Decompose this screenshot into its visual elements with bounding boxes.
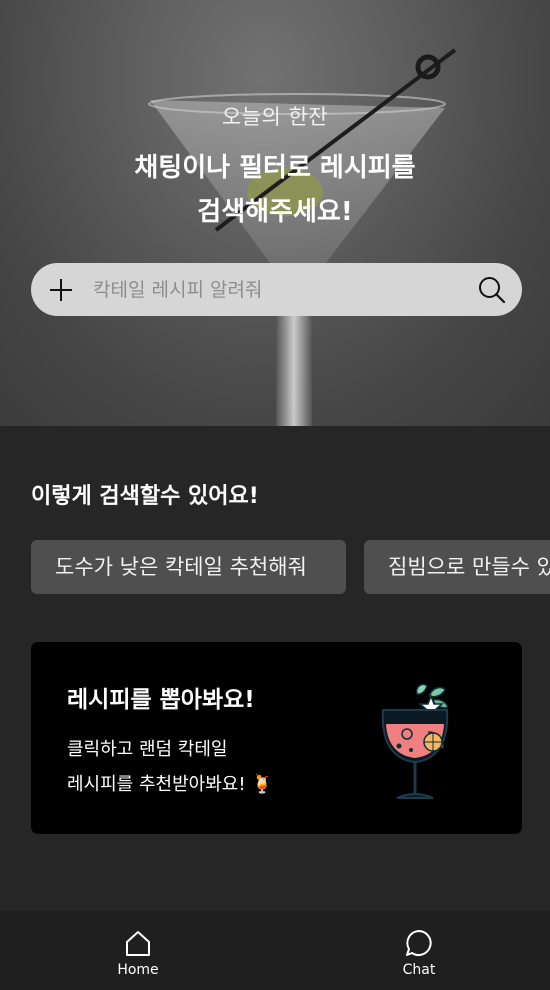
bottom-nav: Home Chat bbox=[0, 911, 550, 990]
search-icon[interactable] bbox=[477, 275, 507, 305]
random-recipe-card[interactable]: 레시피를 뽑아봐요! 클릭하고 랜덤 칵테일 레시피를 추천받아봐요! 🍹 bbox=[31, 642, 522, 834]
example-chips: 도수가 낮은 칵테일 추천해줘 짐빔으로 만들수 있는 bbox=[31, 540, 550, 594]
hero-title-line1: 채팅이나 필터로 레시피를 bbox=[134, 153, 416, 183]
home-icon bbox=[126, 931, 150, 956]
search-bar bbox=[31, 263, 522, 316]
hero-title: 채팅이나 필터로 레시피를 검색해주세요! bbox=[0, 146, 550, 234]
hero-title-line2: 검색해주세요! bbox=[197, 197, 353, 227]
chat-icon bbox=[406, 930, 432, 956]
nav-home-label: Home bbox=[117, 962, 159, 978]
example-chip[interactable]: 도수가 낮은 칵테일 추천해줘 bbox=[31, 540, 346, 594]
nav-home[interactable]: Home bbox=[78, 911, 198, 990]
cocktail-illustration-icon bbox=[381, 683, 449, 799]
search-input[interactable] bbox=[91, 273, 465, 307]
examples-title: 이렇게 검색할수 있어요! bbox=[31, 484, 259, 509]
nav-chat[interactable]: Chat bbox=[359, 911, 479, 990]
hero-subtitle: 오늘의 한잔 bbox=[221, 105, 329, 129]
plus-icon[interactable] bbox=[48, 277, 74, 303]
random-card-line2: 레시피를 추천받아봐요! 🍹 bbox=[67, 774, 274, 795]
random-card-line1: 클릭하고 랜덤 칵테일 bbox=[67, 739, 228, 760]
example-chip[interactable]: 짐빔으로 만들수 있는 bbox=[364, 540, 550, 594]
random-card-title: 레시피를 뽑아봐요! bbox=[67, 687, 255, 713]
hero-banner: 오늘의 한잔 채팅이나 필터로 레시피를 검색해주세요! bbox=[0, 0, 550, 426]
nav-chat-label: Chat bbox=[402, 962, 436, 978]
